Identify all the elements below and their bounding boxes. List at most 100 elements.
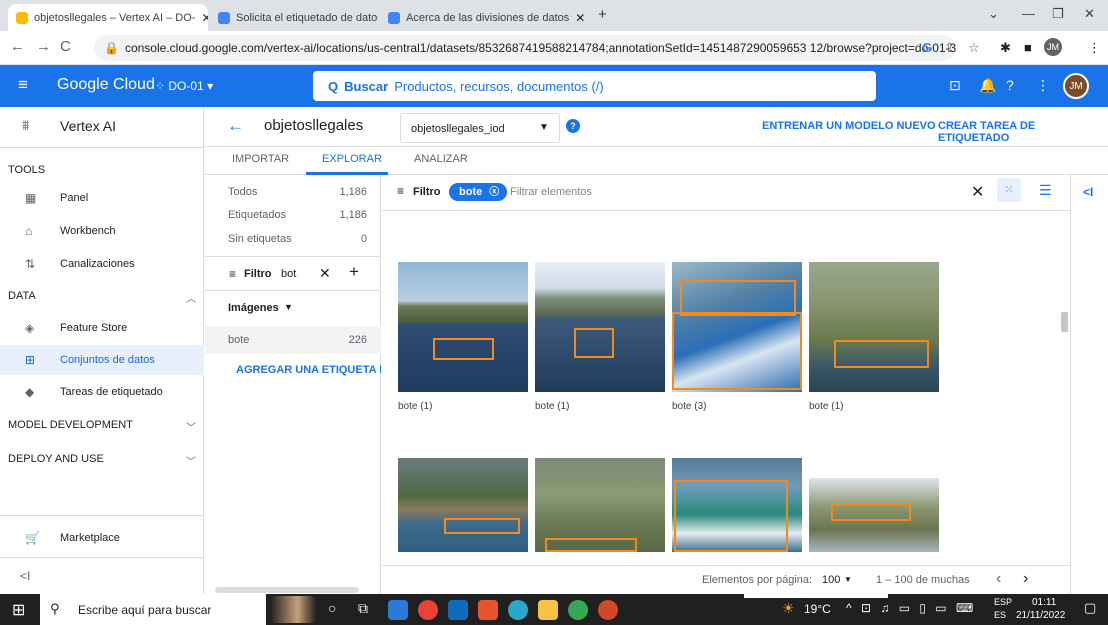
task-view-icon[interactable]: ⧉ <box>358 600 368 617</box>
annotation-set-select[interactable]: objetosllegales_iod ▼ <box>400 113 560 143</box>
section-model-development-toggle[interactable]: MODEL DEVELOPMENT ﹀ <box>0 411 204 441</box>
sidebar-item-feature-store[interactable]: ◈ Feature Store <box>0 313 204 343</box>
clock-time[interactable]: 01:11 <box>1032 597 1056 608</box>
close-tab-icon[interactable]: ✕ <box>195 11 208 25</box>
notifications-center-icon[interactable]: ▢ <box>1084 600 1096 616</box>
hamburger-menu-icon[interactable]: ≡ <box>18 75 28 95</box>
more-options-icon[interactable]: ⋮ <box>1036 77 1050 94</box>
bookmark-star-icon[interactable]: ☆ <box>968 40 980 56</box>
image-thumbnail[interactable] <box>672 262 802 392</box>
sidebar-item-workbench[interactable]: ⌂ Workbench <box>0 216 204 246</box>
add-label-icon[interactable]: + <box>349 262 359 282</box>
filter-items-input[interactable]: Filtrar elementos <box>510 186 592 198</box>
restore-icon[interactable]: ❐ <box>1052 6 1064 22</box>
weather-temp[interactable]: 19°C <box>804 602 831 616</box>
create-labeling-task-button[interactable]: CREAR TAREA DE ETIQUETADO <box>938 120 1108 144</box>
tab-search-icon[interactable]: ⌄ <box>988 6 999 22</box>
image-thumbnail[interactable] <box>809 262 939 392</box>
browser-menu-icon[interactable]: ⋮ <box>1088 40 1101 56</box>
sidebar-item-labeling-tasks[interactable]: ◆ Tareas de etiquetado <box>0 377 204 407</box>
account-avatar[interactable]: JM <box>1063 73 1089 99</box>
sidebar-item-datasets[interactable]: ⊞ Conjuntos de datos <box>0 345 204 375</box>
forward-icon[interactable]: → <box>36 38 51 55</box>
language-top[interactable]: ESP <box>994 597 1012 607</box>
profile-avatar-icon[interactable]: JM <box>1044 38 1062 56</box>
reload-icon[interactable]: C <box>60 38 71 55</box>
side-panel-icon[interactable]: ■ <box>1024 40 1032 55</box>
filter-chip-bote[interactable]: bote ⓧ <box>449 183 508 201</box>
image-thumbnail[interactable] <box>809 478 939 552</box>
search-bar[interactable]: Q Buscar Productos, recursos, documentos… <box>313 71 876 101</box>
dropdown-arrow-icon[interactable]: ▼ <box>844 575 852 584</box>
back-arrow-icon[interactable]: ← <box>227 116 244 136</box>
close-tab-icon[interactable]: ✕ <box>569 11 585 25</box>
mail-app-icon[interactable] <box>448 600 468 620</box>
cortana-icon[interactable]: ○ <box>328 600 336 616</box>
powerpoint-app-icon[interactable] <box>598 600 618 620</box>
browser-tab-splits[interactable]: Acerca de las divisiones de datos ✕ <box>380 4 592 31</box>
tab-explore[interactable]: EXPLORAR <box>322 153 382 165</box>
section-deploy-toggle[interactable]: DEPLOY AND USE ﹀ <box>0 445 204 475</box>
list-view-icon[interactable]: ☰ <box>1039 182 1052 199</box>
system-tray-icons[interactable]: ^ ⊡ ♫ ▭ ▯ ▭ ⌨ <box>846 601 976 615</box>
chip-close-icon[interactable]: ⓧ <box>489 187 499 198</box>
sidebar-item-pipelines[interactable]: ⇅ Canalizaciones <box>0 249 204 279</box>
clear-filter-icon[interactable]: ✕ <box>319 265 331 282</box>
close-window-icon[interactable]: ✕ <box>1084 6 1095 22</box>
count-row-unlabeled[interactable]: Sin etiquetas 0 <box>205 228 381 250</box>
google-cloud-logo[interactable]: Google Cloud <box>57 76 155 94</box>
google-icon[interactable]: G <box>922 40 932 55</box>
help-circle-icon[interactable]: ? <box>566 119 580 133</box>
url-input[interactable]: 🔒 console.cloud.google.com/vertex-ai/loc… <box>94 35 956 61</box>
sidebar-item-marketplace[interactable]: 🛒 Marketplace <box>0 523 204 553</box>
count-row-all[interactable]: Todos 1,186 <box>205 181 381 203</box>
add-label-button[interactable]: AGREGAR UNA ETIQUETA NUE <box>236 364 381 376</box>
clear-filter-icon[interactable]: ✕ <box>971 182 984 202</box>
browser-tab-vertex[interactable]: objetosllegales – Vertex AI – DO- ✕ <box>8 4 208 31</box>
acrobat-app-icon[interactable] <box>478 600 498 620</box>
image-thumbnail[interactable] <box>398 262 528 392</box>
back-icon[interactable]: ← <box>10 38 25 55</box>
chrome-profile-app-icon[interactable] <box>568 600 588 620</box>
horizontal-scrollbar[interactable] <box>215 587 359 593</box>
expand-panel-icon[interactable]: <I <box>1083 185 1093 199</box>
new-tab-button[interactable]: + <box>598 6 607 23</box>
dropdown-arrow-icon[interactable]: ▼ <box>284 302 293 312</box>
count-row-labeled[interactable]: Etiquetados 1,186 <box>205 204 381 226</box>
train-model-button[interactable]: ENTRENAR UN MODELO NUEVO <box>762 120 936 132</box>
cloud-shell-icon[interactable]: ⊡ <box>949 77 961 94</box>
extensions-icon[interactable]: ✱ <box>1000 40 1011 56</box>
images-header[interactable]: Imágenes <box>228 302 279 314</box>
label-row-bote[interactable]: bote 226 <box>205 326 381 354</box>
tab-import[interactable]: IMPORTAR <box>232 153 289 165</box>
tab-analyze[interactable]: ANALIZAR <box>414 153 468 165</box>
widgets-image-icon[interactable] <box>270 596 316 623</box>
taskbar-search[interactable]: ⚲ Escribe aquí para buscar <box>40 594 266 625</box>
labels-filter-input[interactable]: bot <box>281 268 296 280</box>
calculator-app-icon[interactable] <box>388 600 408 620</box>
minimize-icon[interactable]: — <box>1022 6 1035 21</box>
next-page-icon[interactable]: › <box>1023 570 1028 588</box>
edge-app-icon[interactable] <box>508 600 528 620</box>
notifications-icon[interactable]: 🔔 <box>979 77 996 94</box>
clock-date[interactable]: 21/11/2022 <box>1016 610 1065 621</box>
share-icon[interactable]: ⇪ <box>944 40 955 56</box>
help-icon[interactable]: ? <box>1006 77 1014 93</box>
collapse-sidebar-icon[interactable]: <I <box>20 569 30 583</box>
browser-tab-labeling[interactable]: Solicita el etiquetado de datos d ✕ <box>210 4 378 31</box>
section-data-toggle[interactable]: DATA ︿ <box>0 282 204 312</box>
chrome-app-icon[interactable] <box>418 600 438 620</box>
sidebar-item-panel[interactable]: ▦ Panel <box>0 183 204 213</box>
image-thumbnail[interactable] <box>672 458 802 552</box>
image-thumbnail[interactable] <box>398 458 528 552</box>
language-bottom[interactable]: ES <box>994 610 1006 620</box>
items-per-page-select[interactable]: 100 <box>822 574 840 586</box>
file-explorer-app-icon[interactable] <box>538 600 558 620</box>
prev-page-icon[interactable]: ‹ <box>996 570 1001 588</box>
windows-start-icon[interactable]: ⊞ <box>12 600 25 620</box>
image-thumbnail[interactable] <box>535 262 665 392</box>
grid-view-icon[interactable]: ⁙ <box>997 178 1021 202</box>
project-picker[interactable]: ⁘ DO-01 ▾ <box>155 79 213 93</box>
image-thumbnail[interactable] <box>535 458 665 552</box>
vertical-scrollbar-thumb[interactable] <box>1061 312 1068 332</box>
